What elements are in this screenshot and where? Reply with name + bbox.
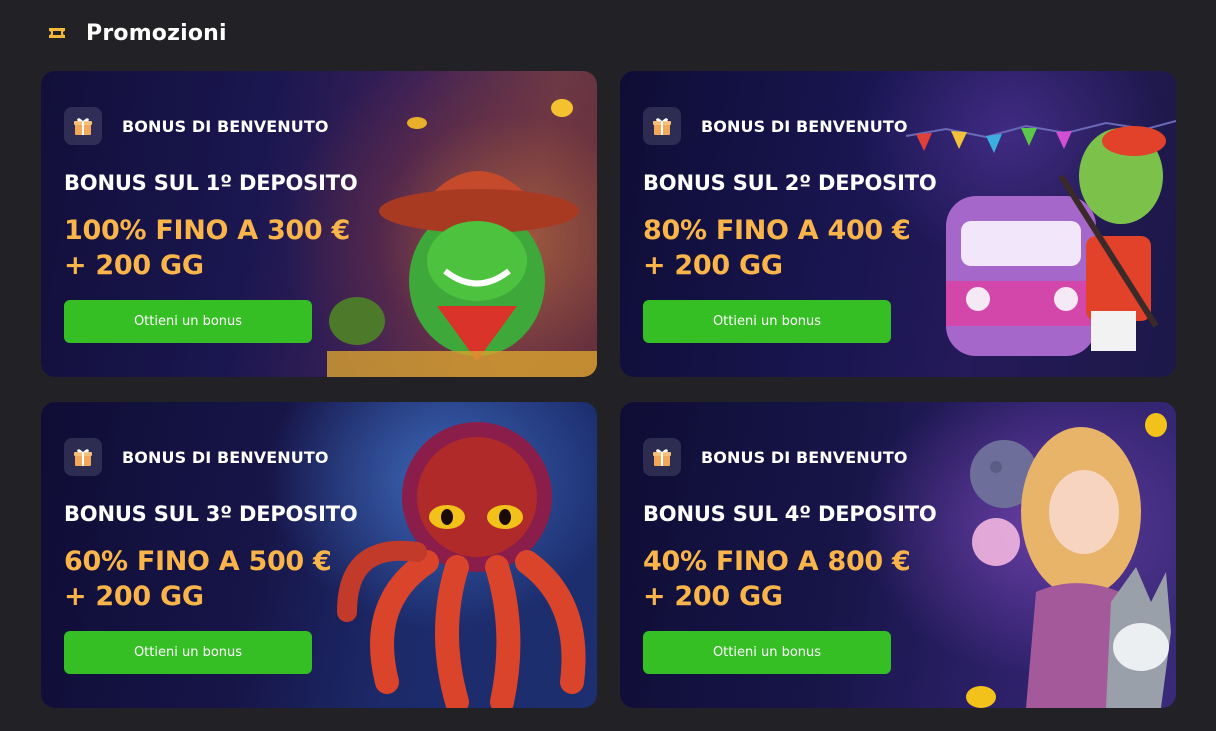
badge-label: BONUS DI BENVENUTO [122,447,329,467]
gift-icon [643,438,681,476]
ticket-icon [49,28,65,38]
offer-amount: 80% FINO A 400 € [643,215,911,246]
gift-icon [64,438,102,476]
promo-card-3: BONUS DI BENVENUTO BONUS SUL 3º DEPOSITO… [41,402,597,708]
badge-row: BONUS DI BENVENUTO [64,107,329,145]
badge-label: BONUS DI BENVENUTO [701,447,908,467]
offer-amount: 40% FINO A 800 € [643,546,911,577]
badge-label: BONUS DI BENVENUTO [122,116,329,136]
octopus-illustration [337,422,586,708]
promo-offer: 60% FINO A 500 € + 200 GG [64,544,332,614]
offer-free-spins: + 200 GG [64,250,204,281]
promo-offer: 100% FINO A 300 € + 200 GG [64,213,350,283]
gift-icon [643,107,681,145]
badge-row: BONUS DI BENVENUTO [643,438,908,476]
page-title: Promozioni [86,20,227,46]
promo-title: BONUS SUL 1º DEPOSITO [64,171,358,195]
gift-icon [64,107,102,145]
get-bonus-button[interactable]: Ottieni un bonus [643,300,891,343]
promo-card-1: BONUS DI BENVENUTO BONUS SUL 1º DEPOSITO… [41,71,597,377]
offer-free-spins: + 200 GG [64,581,204,612]
promo-title: BONUS SUL 2º DEPOSITO [643,171,937,195]
offer-free-spins: + 200 GG [643,250,783,281]
offer-free-spins: + 200 GG [643,581,783,612]
get-bonus-button[interactable]: Ottieni un bonus [64,631,312,674]
frog-guitar-van-illustration [906,120,1176,356]
promo-card-2: BONUS DI BENVENUTO BONUS SUL 2º DEPOSITO… [620,71,1176,377]
badge-row: BONUS DI BENVENUTO [64,438,329,476]
get-bonus-button[interactable]: Ottieni un bonus [64,300,312,343]
offer-amount: 60% FINO A 500 € [64,546,332,577]
badge-row: BONUS DI BENVENUTO [643,107,908,145]
cowboy-cactus-illustration [327,99,597,377]
promo-offer: 80% FINO A 400 € + 200 GG [643,213,911,283]
promo-card-4: BONUS DI BENVENUTO BONUS SUL 4º DEPOSITO… [620,402,1176,708]
princess-wolf-illustration [966,413,1171,708]
promo-offer: 40% FINO A 800 € + 200 GG [643,544,911,614]
promo-title: BONUS SUL 4º DEPOSITO [643,502,937,526]
get-bonus-button[interactable]: Ottieni un bonus [643,631,891,674]
section-header: Promozioni [48,18,227,48]
promo-title: BONUS SUL 3º DEPOSITO [64,502,358,526]
offer-amount: 100% FINO A 300 € [64,215,350,246]
badge-label: BONUS DI BENVENUTO [701,116,908,136]
